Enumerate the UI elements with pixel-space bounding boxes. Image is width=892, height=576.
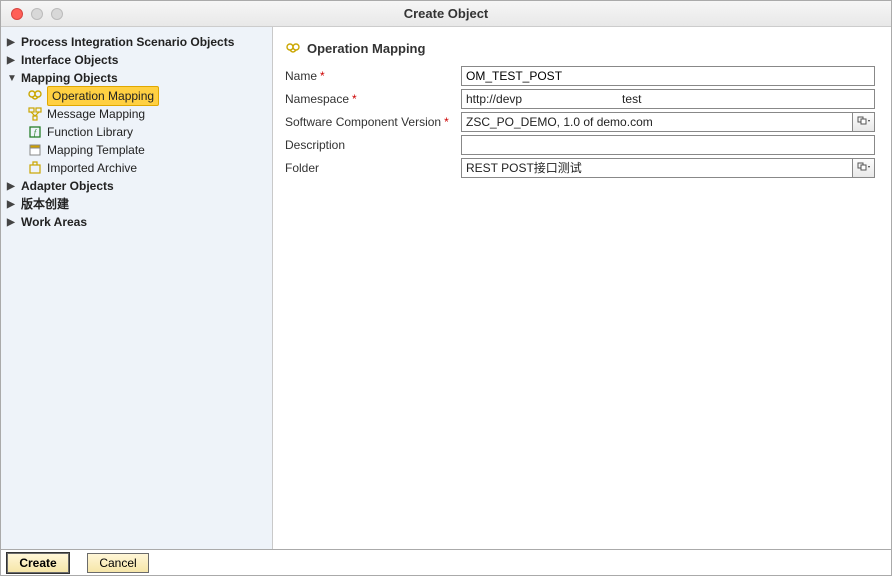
window-controls — [1, 8, 63, 20]
description-input[interactable] — [461, 135, 875, 155]
tree-item-imported-archive[interactable]: Imported Archive — [1, 159, 272, 177]
tree-item-mapping-template[interactable]: Mapping Template — [1, 141, 272, 159]
dialog-footer: Create Cancel — [1, 549, 891, 575]
row-description: Description — [285, 133, 875, 156]
tree-item-operation-mapping[interactable]: Operation Mapping — [1, 87, 272, 105]
operation-mapping-icon — [27, 89, 43, 103]
dialog-body: ▶ Process Integration Scenario Objects ▶… — [1, 27, 891, 549]
tree-node-interface-objects[interactable]: ▶ Interface Objects — [1, 51, 272, 69]
tree-node-work-areas[interactable]: ▶ Work Areas — [1, 213, 272, 231]
window-title: Create Object — [1, 6, 891, 21]
row-folder: Folder — [285, 156, 875, 179]
object-type-tree: ▶ Process Integration Scenario Objects ▶… — [1, 27, 273, 549]
cancel-button[interactable]: Cancel — [87, 553, 149, 573]
imported-archive-icon — [27, 161, 43, 175]
svg-text:f: f — [34, 128, 38, 137]
label-namespace: Namespace* — [285, 92, 461, 106]
chevron-down-icon: ▼ — [7, 73, 17, 84]
folder-picker-button[interactable] — [853, 158, 875, 178]
scv-input[interactable] — [461, 112, 853, 132]
tree-node-mapping-objects[interactable]: ▼ Mapping Objects — [1, 69, 272, 87]
tree-item-message-mapping[interactable]: Message Mapping — [1, 105, 272, 123]
chevron-right-icon: ▶ — [7, 55, 17, 66]
row-namespace: Namespace* — [285, 87, 875, 110]
scv-combo — [461, 112, 875, 132]
tree-node-adapter-objects[interactable]: ▶ Adapter Objects — [1, 177, 272, 195]
folder-combo — [461, 158, 875, 178]
label-name: Name* — [285, 69, 461, 83]
chevron-right-icon: ▶ — [7, 37, 17, 48]
mapping-template-icon — [27, 143, 43, 157]
create-object-dialog: Create Object ▶ Process Integration Scen… — [0, 0, 892, 576]
namespace-input[interactable] — [461, 89, 875, 109]
scv-picker-button[interactable] — [853, 112, 875, 132]
chevron-right-icon: ▶ — [7, 217, 17, 228]
row-scv: Software Component Version* — [285, 110, 875, 133]
function-library-icon: f — [27, 125, 43, 139]
chevron-right-icon: ▶ — [7, 181, 17, 192]
row-name: Name* — [285, 64, 875, 87]
operation-mapping-icon — [285, 42, 301, 56]
form-panel: Operation Mapping Name* Namespace* Softw… — [273, 27, 891, 549]
minimize-icon[interactable] — [31, 8, 43, 20]
zoom-icon[interactable] — [51, 8, 63, 20]
label-description: Description — [285, 138, 461, 152]
tree-item-function-library[interactable]: f Function Library — [1, 123, 272, 141]
message-mapping-icon — [27, 107, 43, 121]
create-button[interactable]: Create — [7, 553, 69, 573]
close-icon[interactable] — [11, 8, 23, 20]
name-input[interactable] — [461, 66, 875, 86]
tree-node-process-integration[interactable]: ▶ Process Integration Scenario Objects — [1, 33, 272, 51]
label-folder: Folder — [285, 161, 461, 175]
folder-input[interactable] — [461, 158, 853, 178]
titlebar: Create Object — [1, 1, 891, 27]
section-title: Operation Mapping — [307, 41, 425, 56]
section-header: Operation Mapping — [285, 41, 875, 56]
tree-node-version-create[interactable]: ▶ 版本创建 — [1, 195, 272, 213]
label-scv: Software Component Version* — [285, 115, 461, 129]
chevron-right-icon: ▶ — [7, 199, 17, 210]
